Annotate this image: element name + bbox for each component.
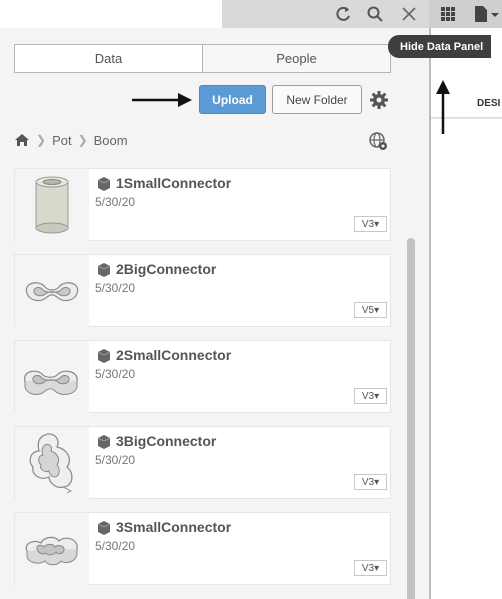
thumbnail-connector bbox=[15, 255, 89, 328]
list-item[interactable]: 1SmallConnector 5/30/20 V3 ▾ bbox=[14, 168, 391, 242]
settings-gear-icon[interactable] bbox=[369, 90, 389, 110]
new-folder-button[interactable]: New Folder bbox=[272, 85, 362, 114]
item-date: 5/30/20 bbox=[95, 281, 136, 295]
chevron-down-icon: ▾ bbox=[374, 476, 380, 488]
breadcrumb: ❯ Pot ❯ Boom bbox=[14, 131, 128, 149]
scrollbar-thumb[interactable] bbox=[407, 238, 415, 599]
panel-tabs: Data People bbox=[14, 44, 391, 73]
version-label: V3 bbox=[361, 476, 375, 488]
thumbnail-cylinder bbox=[15, 169, 89, 242]
data-panel-window: Data People Upload New Folder ❯ Pot ❯ Bo… bbox=[0, 0, 502, 599]
design-file-icon bbox=[97, 435, 111, 449]
version-label: V5 bbox=[361, 304, 375, 316]
grid-icon[interactable] bbox=[438, 4, 458, 24]
version-dropdown[interactable]: V5 ▾ bbox=[354, 302, 387, 318]
chevron-down-icon: ▾ bbox=[374, 390, 380, 402]
file-dropdown-icon[interactable] bbox=[471, 4, 501, 24]
thumbnail-connector-three-lobe bbox=[15, 427, 89, 500]
chevron-down-icon: ▾ bbox=[374, 562, 380, 574]
item-name: 2BigConnector bbox=[116, 261, 217, 277]
home-icon[interactable] bbox=[14, 133, 30, 147]
pointer-arrow-up-icon bbox=[436, 80, 450, 134]
breadcrumb-separator-icon: ❯ bbox=[77, 133, 88, 147]
item-name: 3BigConnector bbox=[116, 433, 217, 449]
version-dropdown[interactable]: V3 ▾ bbox=[354, 560, 387, 576]
data-panel: Data People Upload New Folder ❯ Pot ❯ Bo… bbox=[0, 28, 429, 599]
breadcrumb-item-boom[interactable]: Boom bbox=[94, 133, 128, 148]
toolbar-blank-area bbox=[0, 0, 222, 28]
list-item[interactable]: 2SmallConnector 5/30/20 V3 ▾ bbox=[14, 340, 391, 414]
design-file-icon bbox=[97, 349, 111, 363]
design-file-icon bbox=[97, 177, 111, 191]
hide-data-panel-tooltip: Hide Data Panel bbox=[388, 35, 492, 58]
globe-settings-icon[interactable] bbox=[368, 131, 388, 151]
refresh-icon[interactable] bbox=[333, 4, 353, 24]
item-name: 3SmallConnector bbox=[116, 519, 232, 535]
version-label: V3 bbox=[361, 562, 375, 574]
tab-people[interactable]: People bbox=[202, 45, 390, 72]
item-name: 2SmallConnector bbox=[116, 347, 232, 363]
thumbnail-connector bbox=[15, 341, 89, 414]
item-name: 1SmallConnector bbox=[116, 175, 232, 191]
toolbar-right bbox=[429, 0, 502, 28]
item-date: 5/30/20 bbox=[95, 453, 136, 467]
breadcrumb-separator-icon: ❯ bbox=[36, 133, 47, 147]
item-date: 5/30/20 bbox=[95, 367, 136, 381]
list-item[interactable]: 3BigConnector 5/30/20 V3 ▾ bbox=[14, 426, 391, 500]
search-icon[interactable] bbox=[365, 4, 385, 24]
chevron-down-icon: ▾ bbox=[374, 218, 380, 230]
version-dropdown[interactable]: V3 ▾ bbox=[354, 474, 387, 490]
pointer-arrow-right-icon bbox=[132, 93, 192, 107]
chevron-down-icon: ▾ bbox=[374, 304, 380, 316]
design-file-icon bbox=[97, 521, 111, 535]
item-date: 5/30/20 bbox=[95, 539, 136, 553]
top-toolbar bbox=[0, 0, 502, 28]
item-date: 5/30/20 bbox=[95, 195, 136, 209]
list-item[interactable]: 2BigConnector 5/30/20 V5 ▾ bbox=[14, 254, 391, 328]
thumbnail-connector-three-lobe bbox=[15, 513, 89, 586]
list-item[interactable]: 3SmallConnector 5/30/20 V3 ▾ bbox=[14, 512, 391, 586]
tab-data[interactable]: Data bbox=[15, 45, 202, 72]
breadcrumb-item-pot[interactable]: Pot bbox=[52, 133, 72, 148]
file-list: 1SmallConnector 5/30/20 V3 ▾ 2BigConnecto… bbox=[14, 168, 392, 599]
version-dropdown[interactable]: V3 ▾ bbox=[354, 216, 387, 232]
design-file-icon bbox=[97, 263, 111, 277]
version-label: V3 bbox=[361, 390, 375, 402]
upload-button[interactable]: Upload bbox=[199, 85, 266, 114]
close-icon[interactable] bbox=[399, 4, 419, 24]
version-label: V3 bbox=[361, 218, 375, 230]
version-dropdown[interactable]: V3 ▾ bbox=[354, 388, 387, 404]
toolbar-actions bbox=[222, 0, 429, 28]
